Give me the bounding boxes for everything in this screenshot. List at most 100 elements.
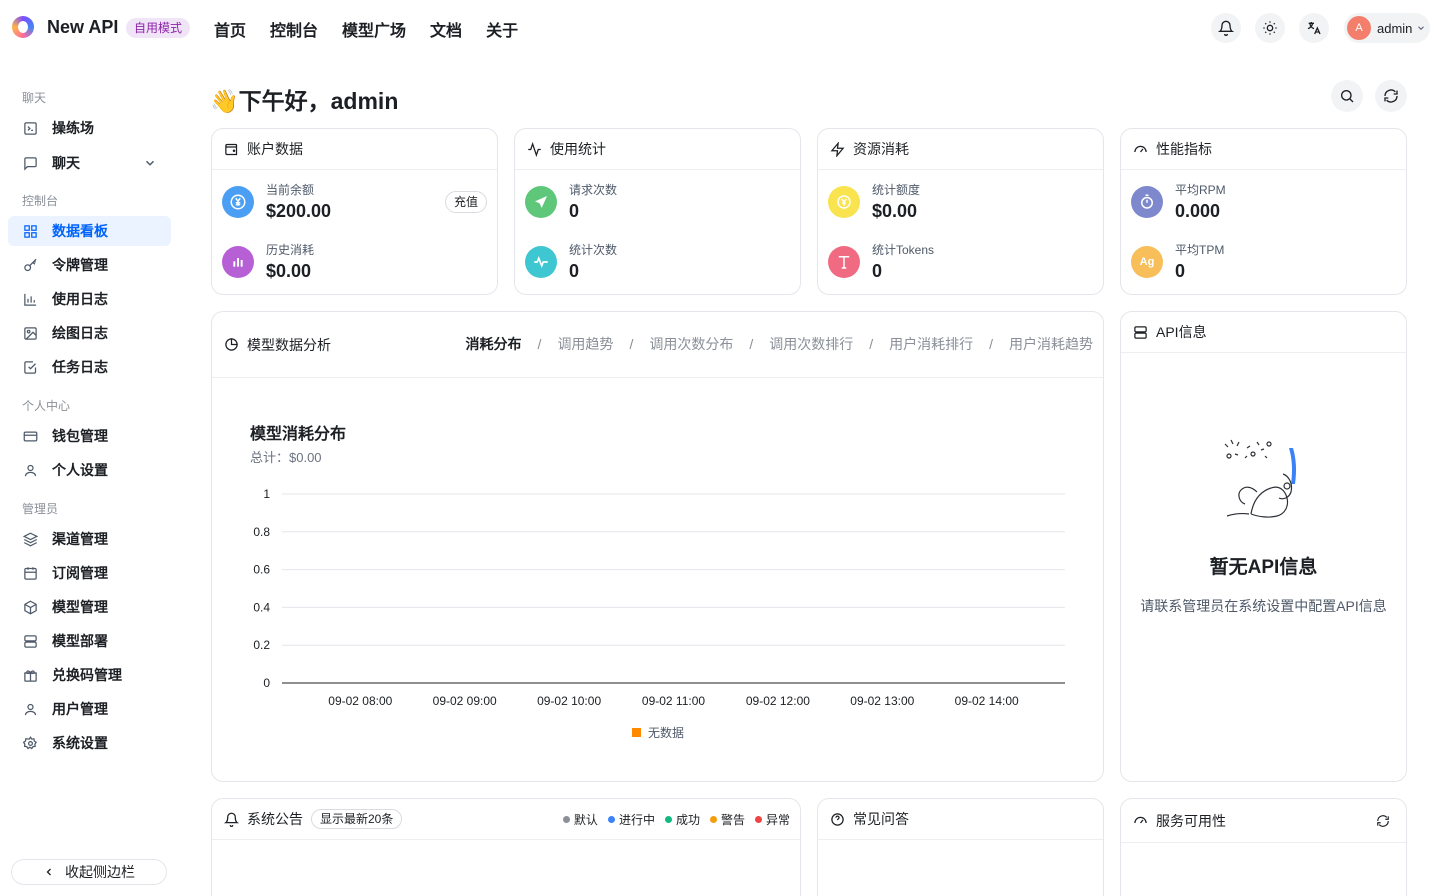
card-header: 服务可用性 — [1121, 799, 1406, 843]
search-button[interactable] — [1331, 80, 1363, 112]
chevron-left-icon — [46, 868, 51, 876]
sidebar-item-users[interactable]: 用户管理 — [8, 694, 171, 724]
status-dot — [562, 816, 570, 823]
sidebar-item-label: 任务日志 — [52, 359, 108, 375]
recharge-button[interactable]: 充值 — [444, 191, 487, 213]
sidebar-item-label: 用户管理 — [52, 701, 108, 717]
sidebar-item-dashboard[interactable]: 数据看板 — [8, 216, 171, 246]
nav-home[interactable]: 首页 — [214, 17, 246, 41]
tab-call-count-distribution[interactable]: 调用次数分布 — [649, 334, 733, 354]
sidebar-item-tokens[interactable]: 令牌管理 — [8, 250, 171, 280]
sidebar-item-channels[interactable]: 渠道管理 — [8, 524, 171, 554]
sidebar-item-usage-log[interactable]: 使用日志 — [8, 284, 171, 314]
brand-name[interactable]: New API — [47, 17, 118, 38]
sidebar-item-settings[interactable]: 系统设置 — [8, 728, 171, 758]
sidebar-item-label: 订阅管理 — [52, 565, 108, 581]
tab-separator: / — [537, 336, 542, 352]
sidebar-item-profile[interactable]: 个人设置 — [8, 455, 171, 485]
legend-success: 成功 — [664, 811, 700, 828]
refresh-button[interactable] — [1375, 80, 1407, 112]
y-tick-label: 0.8 — [253, 525, 270, 539]
tokens-stat: 统计Tokens 0 — [828, 241, 934, 282]
key-icon — [22, 257, 38, 273]
sidebar-item-subscriptions[interactable]: 订阅管理 — [8, 558, 171, 588]
legend-swatch — [632, 728, 641, 737]
sidebar-item-chat[interactable]: 聊天 — [8, 148, 171, 178]
layers-icon — [22, 531, 38, 547]
tab-user-consumption-ranking[interactable]: 用户消耗排行 — [889, 334, 973, 354]
requests-value: 0 — [569, 201, 580, 221]
gauge-icon — [1134, 816, 1147, 824]
sidebar-item-label: 数据看板 — [52, 223, 108, 239]
nav-model-square[interactable]: 模型广场 — [342, 17, 406, 41]
history-stat: 历史消耗 $0.00 — [222, 241, 314, 282]
section-console: 控制台 — [22, 194, 59, 208]
nav-console[interactable]: 控制台 — [270, 17, 318, 41]
sidebar-item-task-log[interactable]: 任务日志 — [8, 352, 171, 382]
tab-user-consumption-trend[interactable]: 用户消耗趋势 — [1009, 334, 1093, 354]
sidebar-item-label: 绘图日志 — [52, 325, 108, 341]
calendar-icon — [22, 565, 38, 581]
activity-icon — [528, 141, 541, 157]
wallet-icon — [225, 143, 238, 155]
balance-label: 当前余额 — [266, 183, 315, 197]
theme-toggle-button[interactable] — [1255, 13, 1285, 43]
pie-chart-icon — [225, 338, 238, 351]
logo-icon[interactable] — [12, 16, 34, 38]
chart-title: 模型消耗分布 — [250, 426, 347, 443]
sidebar-item-deployments[interactable]: 模型部署 — [8, 626, 171, 656]
server-icon — [22, 633, 38, 649]
y-tick-label: 0.2 — [253, 638, 270, 652]
y-tick-label: 0.4 — [253, 600, 270, 614]
section-chat: 聊天 — [22, 91, 47, 105]
user-icon — [22, 701, 38, 717]
sidebar-item-models[interactable]: 模型管理 — [8, 592, 171, 622]
refresh-icon — [1384, 89, 1398, 103]
tab-call-trend[interactable]: 调用趋势 — [557, 334, 613, 354]
performance-card: 性能指标 平均RPM 0.000 Ag 平均TPM 0 — [1120, 128, 1407, 295]
chevron-down-icon[interactable] — [143, 156, 157, 170]
card-title: 资源消耗 — [853, 141, 909, 157]
section-admin: 管理员 — [22, 502, 59, 516]
nav-docs[interactable]: 文档 — [430, 17, 462, 41]
notification-button[interactable] — [1211, 13, 1241, 43]
y-tick-label: 0.6 — [253, 563, 270, 577]
collapse-sidebar-label: 收起侧边栏 — [65, 864, 135, 880]
text-t-icon — [828, 245, 860, 278]
history-label: 历史消耗 — [266, 243, 315, 257]
language-button[interactable] — [1299, 13, 1329, 43]
count-label: 统计次数 — [569, 243, 618, 257]
nav-about[interactable]: 关于 — [486, 17, 518, 41]
sidebar-item-label: 令牌管理 — [52, 257, 108, 273]
playground-icon — [22, 120, 38, 136]
quota-stat: 统计额度 $0.00 — [828, 181, 920, 222]
page-title: 👋下午好，admin — [210, 88, 399, 114]
refresh-icon[interactable] — [1376, 814, 1390, 828]
card-header: 账户数据 — [212, 129, 497, 170]
count-stat: 统计次数 0 — [525, 241, 617, 282]
sidebar-item-label: 兑换码管理 — [52, 667, 122, 683]
stopwatch-icon — [1131, 185, 1163, 218]
sidebar-item-redemption[interactable]: 兑换码管理 — [8, 660, 171, 690]
collapse-sidebar-button[interactable]: 收起侧边栏 — [11, 859, 167, 885]
status-dot — [664, 816, 672, 823]
notice-count-tag: 显示最新20条 — [311, 809, 403, 829]
y-tick-label: 0 — [263, 676, 270, 690]
tab-consumption-distribution[interactable]: 消耗分布 — [466, 334, 522, 354]
sidebar-item-drawing-log[interactable]: 绘图日志 — [8, 318, 171, 348]
x-tick-label: 09-02 13:00 — [850, 694, 914, 708]
sidebar-item-playground[interactable]: 操练场 — [8, 113, 171, 143]
chat-icon — [22, 155, 38, 171]
empty-illustration — [1224, 439, 1297, 518]
tab-separator: / — [989, 336, 993, 352]
requests-stat: 请求次数 0 — [525, 181, 617, 222]
section-personal: 个人中心 — [22, 399, 71, 413]
gear-icon — [22, 735, 38, 751]
card-title: API信息 — [1156, 324, 1207, 340]
tab-call-count-ranking[interactable]: 调用次数排行 — [769, 334, 853, 354]
cube-icon — [22, 599, 38, 615]
user-menu[interactable]: A admin — [1344, 13, 1430, 43]
sidebar-item-wallet[interactable]: 钱包管理 — [8, 421, 171, 451]
card-header: 性能指标 — [1121, 129, 1406, 170]
sidebar-item-label: 聊天 — [52, 155, 80, 171]
